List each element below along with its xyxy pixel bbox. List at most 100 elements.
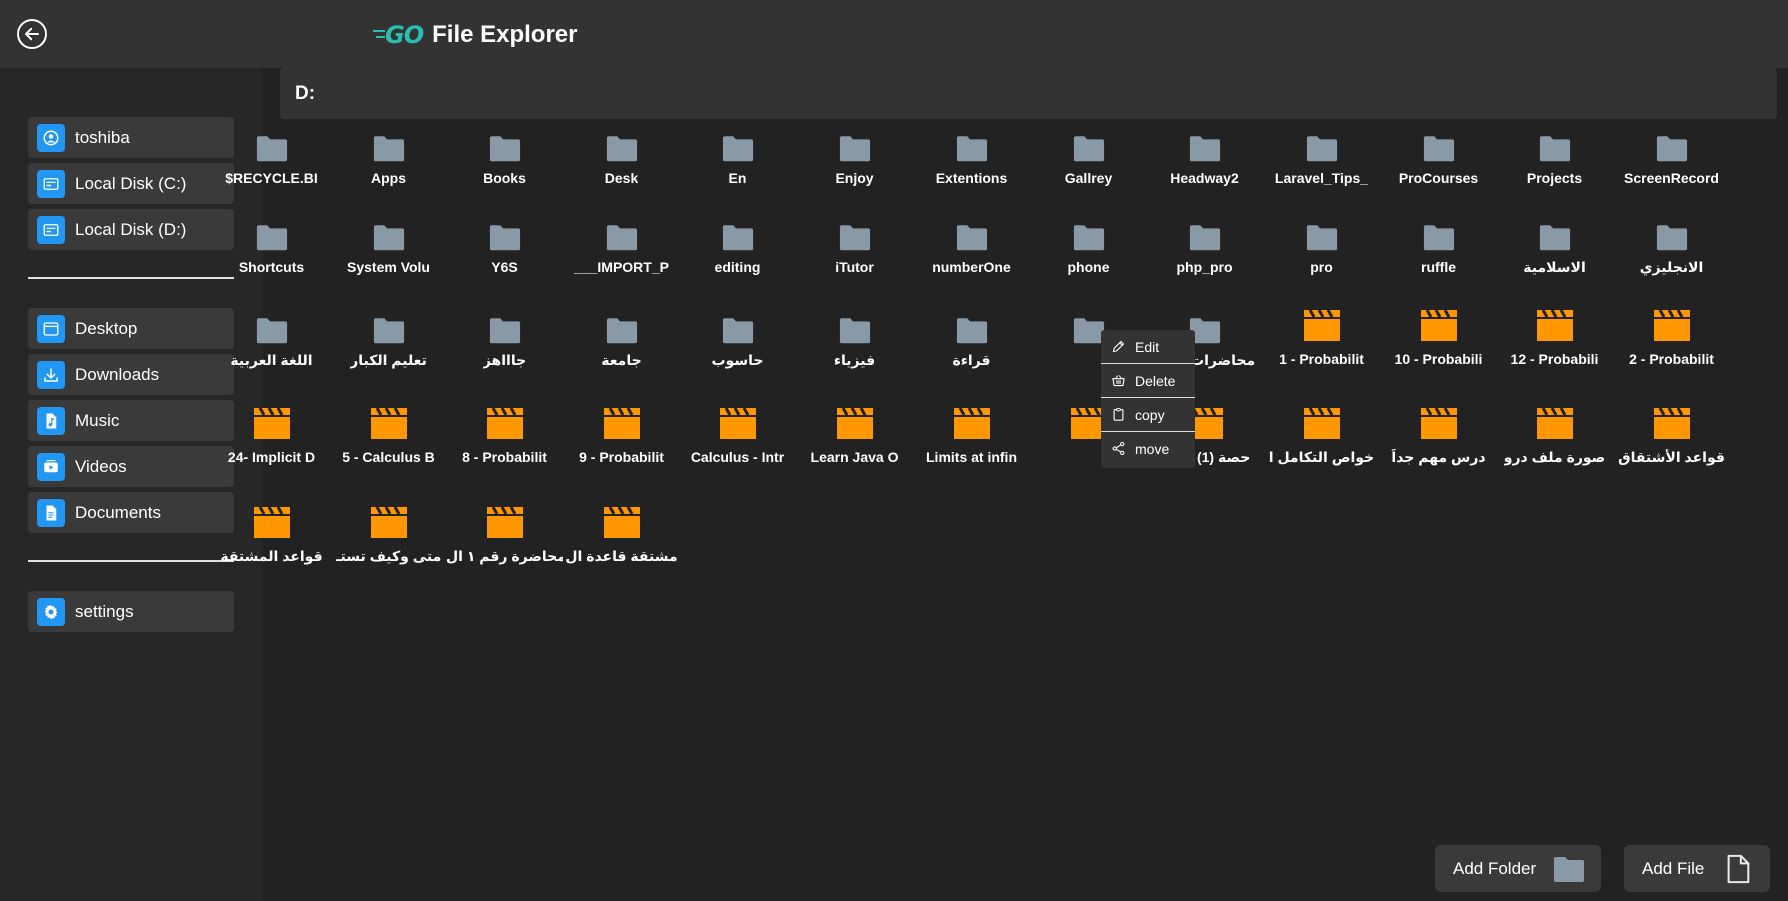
folder-icon bbox=[1302, 128, 1342, 162]
item-name: pro bbox=[1310, 259, 1333, 275]
video-file-item[interactable]: 1 - Probabilit bbox=[1263, 305, 1380, 385]
folder-item[interactable]: Apps bbox=[330, 128, 447, 208]
folder-item[interactable]: Shortcuts bbox=[213, 217, 330, 297]
folder-item[interactable]: iTutor bbox=[796, 217, 913, 297]
add-file-button[interactable]: Add File bbox=[1624, 845, 1770, 892]
folder-item[interactable]: فيزياء bbox=[796, 310, 913, 390]
folder-item[interactable]: Enjoy bbox=[796, 128, 913, 208]
sidebar-item-label: Documents bbox=[75, 502, 161, 522]
folder-item[interactable]: pro bbox=[1263, 217, 1380, 297]
item-name: Laravel_Tips_ bbox=[1274, 170, 1369, 186]
folder-item[interactable]: $RECYCLE.BI bbox=[213, 128, 330, 208]
video-file-item[interactable]: 10 - Probabili bbox=[1380, 305, 1497, 385]
item-name: Desk bbox=[604, 170, 639, 186]
sidebar-item-videos[interactable]: Videos bbox=[28, 446, 234, 487]
video-file-icon bbox=[485, 502, 525, 540]
video-file-icon bbox=[252, 502, 292, 540]
video-file-item[interactable]: 5 - Calculus B bbox=[330, 403, 447, 483]
video-file-item[interactable]: صورة ملف درو bbox=[1496, 403, 1613, 483]
sidebar-item-toshiba[interactable]: toshiba bbox=[28, 117, 234, 158]
item-name: phone bbox=[1067, 259, 1110, 275]
folder-item[interactable]: ProCourses bbox=[1380, 128, 1497, 208]
context-menu-delete[interactable]: Delete bbox=[1101, 364, 1195, 397]
folder-item[interactable]: الاسلامية bbox=[1496, 217, 1613, 297]
video-file-item[interactable]: 12 - Probabili bbox=[1496, 305, 1613, 385]
video-file-icon bbox=[252, 403, 292, 441]
folder-icon bbox=[485, 310, 525, 344]
folder-item[interactable]: editing bbox=[679, 217, 796, 297]
item-name: محاضرة رقم ١ ال bbox=[446, 548, 563, 564]
video-file-item[interactable]: مشتقة قاعدة ال bbox=[563, 502, 680, 582]
video-file-item[interactable]: 9 - Probabilit bbox=[563, 403, 680, 483]
back-button[interactable] bbox=[17, 19, 47, 49]
file-icon bbox=[1727, 854, 1750, 883]
folder-icon bbox=[1419, 217, 1459, 251]
folder-item[interactable]: Y6S bbox=[446, 217, 563, 297]
folder-item[interactable]: جاااهز bbox=[446, 310, 563, 390]
video-file-item[interactable]: 24- Implicit D bbox=[213, 403, 330, 483]
item-name: ProCourses bbox=[1398, 170, 1479, 186]
folder-item[interactable]: جامعة bbox=[563, 310, 680, 390]
folder-item[interactable]: ScreenRecord bbox=[1613, 128, 1730, 208]
item-name: 9 - Probabilit bbox=[579, 449, 664, 465]
sidebar-item-local-disk-d[interactable]: Local Disk (D:) bbox=[28, 209, 234, 250]
folder-item[interactable]: قراءة bbox=[913, 310, 1030, 390]
folder-item[interactable]: System Volu bbox=[330, 217, 447, 297]
folder-icon bbox=[835, 217, 875, 251]
folder-item[interactable]: Laravel_Tips_ bbox=[1263, 128, 1380, 208]
item-name: Projects bbox=[1526, 170, 1583, 186]
folder-item[interactable]: ruffle bbox=[1380, 217, 1497, 297]
add-folder-button[interactable]: Add Folder bbox=[1435, 845, 1601, 892]
drive-icon bbox=[37, 215, 65, 244]
item-name: تعليم الكبار bbox=[350, 352, 427, 368]
folder-item[interactable]: حاسوب bbox=[679, 310, 796, 390]
sidebar-item-music[interactable]: Music bbox=[28, 400, 234, 441]
video-file-icon bbox=[1302, 403, 1342, 441]
video-file-icon bbox=[1652, 305, 1692, 343]
sidebar-item-settings[interactable]: settings bbox=[28, 591, 234, 632]
arrow-left-icon bbox=[25, 27, 39, 41]
video-file-icon bbox=[952, 403, 992, 441]
video-file-item[interactable]: 2 - Probabilit bbox=[1613, 305, 1730, 385]
video-file-item[interactable]: Limits at infin bbox=[913, 403, 1030, 483]
folder-item[interactable]: Projects bbox=[1496, 128, 1613, 208]
folder-item[interactable]: Gallrey bbox=[1030, 128, 1147, 208]
folder-item[interactable]: تعليم الكبار bbox=[330, 310, 447, 390]
folder-item[interactable]: اللغة العربية bbox=[213, 310, 330, 390]
drive-icon bbox=[37, 169, 65, 198]
folder-icon bbox=[952, 310, 992, 344]
folder-icon bbox=[602, 217, 642, 251]
folder-item[interactable]: Desk bbox=[563, 128, 680, 208]
video-file-item[interactable]: قواعد المشتقة bbox=[213, 502, 330, 582]
video-file-item[interactable]: Learn Java O bbox=[796, 403, 913, 483]
context-menu-label: move bbox=[1135, 440, 1170, 457]
video-file-item[interactable]: قواعد الأشتقاق bbox=[1613, 403, 1730, 483]
sidebar-item-documents[interactable]: Documents bbox=[28, 492, 234, 533]
sidebar-item-local-disk-c[interactable]: Local Disk (C:) bbox=[28, 163, 234, 204]
video-file-item[interactable]: محاضرة رقم ١ ال bbox=[446, 502, 563, 582]
context-menu-copy[interactable]: copy bbox=[1101, 398, 1195, 431]
video-file-item[interactable]: متى وكيف تستـ bbox=[330, 502, 447, 582]
item-name: خواص التكامل ا bbox=[1268, 449, 1375, 465]
folder-item[interactable]: ___IMPORT_P bbox=[563, 217, 680, 297]
video-file-item[interactable]: درس مهم جداً bbox=[1380, 403, 1497, 483]
context-menu-edit[interactable]: Edit bbox=[1101, 330, 1195, 363]
sidebar-item-label: Music bbox=[75, 410, 120, 430]
video-file-item[interactable]: 8 - Probabilit bbox=[446, 403, 563, 483]
sidebar-item-downloads[interactable]: Downloads bbox=[28, 354, 234, 395]
folder-item[interactable]: Books bbox=[446, 128, 563, 208]
sidebar-item-desktop[interactable]: Desktop bbox=[28, 308, 234, 349]
folder-item[interactable]: الانجليزي bbox=[1613, 217, 1730, 297]
video-file-item[interactable]: خواص التكامل ا bbox=[1263, 403, 1380, 483]
folder-item[interactable]: Headway2 bbox=[1146, 128, 1263, 208]
folder-item[interactable]: En bbox=[679, 128, 796, 208]
context-menu-move[interactable]: move bbox=[1101, 432, 1195, 465]
video-file-item[interactable]: Calculus - Intr bbox=[679, 403, 796, 483]
folder-item[interactable]: phone bbox=[1030, 217, 1147, 297]
folder-item[interactable]: php_pro bbox=[1146, 217, 1263, 297]
sidebar-item-label: Local Disk (D:) bbox=[75, 219, 187, 239]
context-menu-label: Delete bbox=[1135, 372, 1176, 389]
item-name: ruffle bbox=[1421, 259, 1456, 275]
folder-item[interactable]: Extentions bbox=[913, 128, 1030, 208]
folder-item[interactable]: numberOne bbox=[913, 217, 1030, 297]
